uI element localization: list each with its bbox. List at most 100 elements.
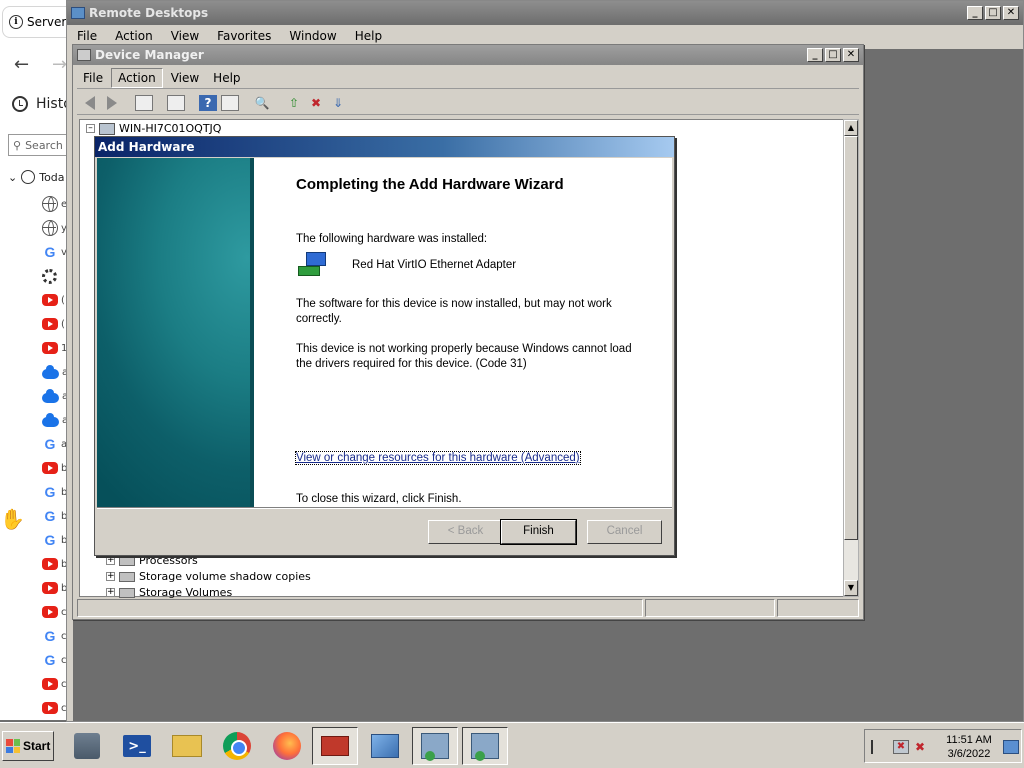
collapse-icon[interactable]: – bbox=[86, 124, 95, 133]
taskbar-chrome[interactable] bbox=[214, 727, 260, 765]
close-button[interactable]: ✕ bbox=[1003, 6, 1019, 20]
today-group[interactable]: ⌄ Toda bbox=[8, 170, 65, 184]
advanced-resources-link[interactable]: View or change resources for this hardwa… bbox=[295, 451, 581, 465]
cancel-button[interactable]: Cancel bbox=[587, 520, 662, 544]
volume-muted-icon[interactable]: ✖ bbox=[915, 740, 931, 754]
tree-root-node[interactable]: – WIN-HI7C01OQTJQ bbox=[86, 122, 221, 135]
tree-scrollbar[interactable]: ▲ ▼ bbox=[843, 119, 859, 597]
back-button[interactable]: < Back bbox=[428, 520, 503, 544]
history-entry[interactable]: b bbox=[42, 552, 66, 576]
scroll-down-button[interactable]: ▼ bbox=[844, 580, 858, 596]
help-icon[interactable]: ? bbox=[199, 94, 217, 111]
browser-window: i Server ← → Histo ⚲ Search ⌄ Toda eyGv (… bbox=[0, 0, 66, 720]
taskbar-server-manager[interactable] bbox=[64, 727, 110, 765]
menu-file[interactable]: File bbox=[77, 29, 97, 43]
remote-desktops-titlebar[interactable]: Remote Desktops bbox=[67, 1, 1023, 25]
device-manager-titlebar[interactable]: Device Manager bbox=[73, 45, 863, 65]
tray-clock[interactable]: 11:51 AM 3/6/2022 bbox=[943, 733, 995, 761]
dm-menu-file[interactable]: File bbox=[77, 69, 109, 87]
dm-maximize-button[interactable]: □ bbox=[825, 48, 841, 62]
history-entry[interactable]: b bbox=[42, 576, 66, 600]
toolbar-separator bbox=[275, 95, 281, 111]
history-entry[interactable]: ( bbox=[42, 312, 66, 336]
history-entry[interactable]: a bbox=[42, 384, 66, 408]
history-entry[interactable]: e bbox=[42, 192, 66, 216]
taskbar-network-1[interactable] bbox=[412, 727, 458, 765]
dm-menu-help[interactable]: Help bbox=[207, 69, 246, 87]
history-search-input[interactable]: ⚲ Search bbox=[8, 134, 66, 156]
menu-favorites[interactable]: Favorites bbox=[217, 29, 271, 43]
history-entry[interactable]: c bbox=[42, 600, 66, 624]
info-icon: i bbox=[9, 15, 23, 29]
history-entry[interactable]: Gc bbox=[42, 624, 66, 648]
finish-button[interactable]: Finish bbox=[500, 519, 577, 545]
back-icon[interactable] bbox=[81, 95, 99, 111]
update-driver-icon[interactable]: ⇧ bbox=[285, 95, 303, 111]
menu-action[interactable]: Action bbox=[115, 29, 153, 43]
globe-icon bbox=[42, 196, 58, 212]
history-icon bbox=[12, 96, 28, 112]
show-hide-icon[interactable] bbox=[221, 94, 239, 111]
status-pane bbox=[645, 599, 775, 617]
taskbar-explorer[interactable] bbox=[164, 727, 210, 765]
system-tray: ✖ ✖ 11:51 AM 3/6/2022 bbox=[864, 729, 1022, 763]
history-entry[interactable]: a bbox=[42, 360, 66, 384]
add-hardware-titlebar[interactable]: Add Hardware bbox=[95, 137, 674, 157]
history-entry[interactable] bbox=[42, 264, 66, 288]
forward-icon[interactable] bbox=[103, 95, 121, 111]
history-entry[interactable]: b bbox=[42, 456, 66, 480]
history-entry[interactable]: Gb bbox=[42, 528, 66, 552]
taskbar-network-2[interactable] bbox=[462, 727, 508, 765]
device-manager-statusbar bbox=[77, 599, 859, 617]
history-entry[interactable]: c bbox=[42, 696, 66, 720]
maximize-button[interactable]: □ bbox=[985, 6, 1001, 20]
taskbar-powershell[interactable]: >_ bbox=[114, 727, 160, 765]
taskbar-remote-desktops[interactable] bbox=[362, 727, 408, 765]
menu-view[interactable]: View bbox=[171, 29, 199, 43]
youtube-icon bbox=[42, 558, 58, 570]
dm-close-button[interactable]: ✕ bbox=[843, 48, 859, 62]
show-desktop-icon[interactable] bbox=[1003, 740, 1019, 754]
history-entry[interactable]: Gv bbox=[42, 240, 66, 264]
dm-menu-action[interactable]: Action bbox=[111, 67, 163, 88]
properties-icon[interactable] bbox=[167, 94, 185, 111]
tree-node-shadow-copies[interactable]: + Storage volume shadow copies bbox=[106, 570, 311, 583]
history-entry[interactable]: ( bbox=[42, 288, 66, 312]
scan-hardware-icon[interactable]: 🔍 bbox=[253, 95, 271, 111]
browser-tab[interactable]: i Server bbox=[2, 6, 66, 38]
history-label: Histo bbox=[36, 96, 66, 112]
history-entry[interactable]: c bbox=[42, 672, 66, 696]
start-button[interactable]: Start bbox=[2, 731, 54, 761]
taskbar-toolbox[interactable] bbox=[312, 727, 358, 765]
device-manager-toolbar: ? 🔍 ⇧ ✖ ⇓ bbox=[77, 91, 859, 115]
server-manager-icon bbox=[74, 733, 100, 759]
network-error-icon[interactable]: ✖ bbox=[893, 740, 909, 754]
history-entry[interactable]: Gb bbox=[42, 504, 66, 528]
menu-help[interactable]: Help bbox=[355, 29, 382, 43]
disable-icon[interactable]: ⇓ bbox=[329, 95, 347, 111]
history-entry[interactable]: a bbox=[42, 408, 66, 432]
expand-icon[interactable]: + bbox=[106, 588, 115, 597]
console-tree-icon[interactable] bbox=[135, 94, 153, 111]
scroll-up-button[interactable]: ▲ bbox=[844, 120, 858, 136]
dm-menu-view[interactable]: View bbox=[165, 69, 205, 87]
history-entry[interactable]: 1 bbox=[42, 336, 66, 360]
flag-icon[interactable] bbox=[871, 740, 887, 754]
tree-node-storage-volumes[interactable]: + Storage Volumes bbox=[106, 586, 232, 599]
history-entry[interactable]: Ga bbox=[42, 432, 66, 456]
taskbar-firefox[interactable] bbox=[264, 727, 310, 765]
history-entry[interactable]: Gb bbox=[42, 480, 66, 504]
minimize-button[interactable]: _ bbox=[967, 6, 983, 20]
dm-minimize-button[interactable]: _ bbox=[807, 48, 823, 62]
google-icon: G bbox=[44, 484, 56, 500]
back-arrow-icon[interactable]: ← bbox=[14, 54, 29, 75]
menu-window[interactable]: Window bbox=[289, 29, 336, 43]
forward-arrow-icon[interactable]: → bbox=[52, 54, 66, 75]
uninstall-icon[interactable]: ✖ bbox=[307, 95, 325, 111]
scroll-thumb[interactable] bbox=[844, 136, 858, 540]
status-pane bbox=[777, 599, 859, 617]
history-entry[interactable]: y bbox=[42, 216, 66, 240]
history-entry[interactable]: Gc bbox=[42, 648, 66, 672]
expand-icon[interactable]: + bbox=[106, 572, 115, 581]
expand-icon[interactable]: + bbox=[106, 556, 115, 565]
